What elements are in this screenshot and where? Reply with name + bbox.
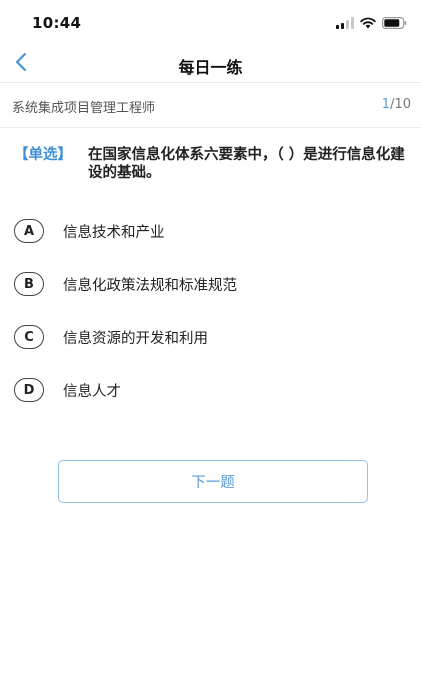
progress-current: 1 (381, 97, 391, 112)
answer-options: A 信息技术和产业 B 信息化政策法规和标准规范 C 信息资源的开发和利用 D … (14, 216, 406, 428)
progress-counter: 1/10 (382, 97, 411, 112)
option-text: 信息技术和产业 (63, 224, 165, 241)
option-letter-badge: C (14, 325, 44, 349)
wifi-icon (360, 17, 376, 29)
option-text: 信息化政策法规和标准规范 (63, 277, 237, 294)
nav-bar: 每日一练 (0, 46, 421, 83)
subject-bar: 系统集成项目管理工程师 1/10 (0, 83, 421, 128)
question-text: 在国家信息化体系六要素中，（ ）是进行信息化建设的基础。 (88, 147, 405, 181)
status-time: 10:44 (32, 14, 82, 32)
subject-name: 系统集成项目管理工程师 (12, 101, 156, 116)
option-text: 信息资源的开发和利用 (63, 330, 208, 347)
option-b[interactable]: B 信息化政策法规和标准规范 (14, 269, 406, 299)
option-letter-badge: A (14, 219, 44, 243)
option-letter-badge: D (14, 378, 44, 402)
option-text: 信息人才 (63, 383, 121, 400)
option-letter-badge: B (14, 272, 44, 296)
status-icons (336, 15, 407, 29)
question: 【单选】 在国家信息化体系六要素中，（ ）是进行信息化建设的基础。 (14, 146, 406, 182)
option-c[interactable]: C 信息资源的开发和利用 (14, 322, 406, 352)
next-question-button[interactable]: 下一题 (58, 460, 368, 503)
status-bar: 10:44 (0, 0, 421, 46)
battery-icon (382, 17, 407, 29)
question-type-label: 【单选】 (14, 147, 72, 163)
page-title: 每日一练 (178, 58, 243, 77)
signal-icon (336, 17, 354, 29)
progress-total: /10 (390, 97, 411, 112)
option-a[interactable]: A 信息技术和产业 (14, 216, 406, 246)
option-d[interactable]: D 信息人才 (14, 375, 406, 405)
